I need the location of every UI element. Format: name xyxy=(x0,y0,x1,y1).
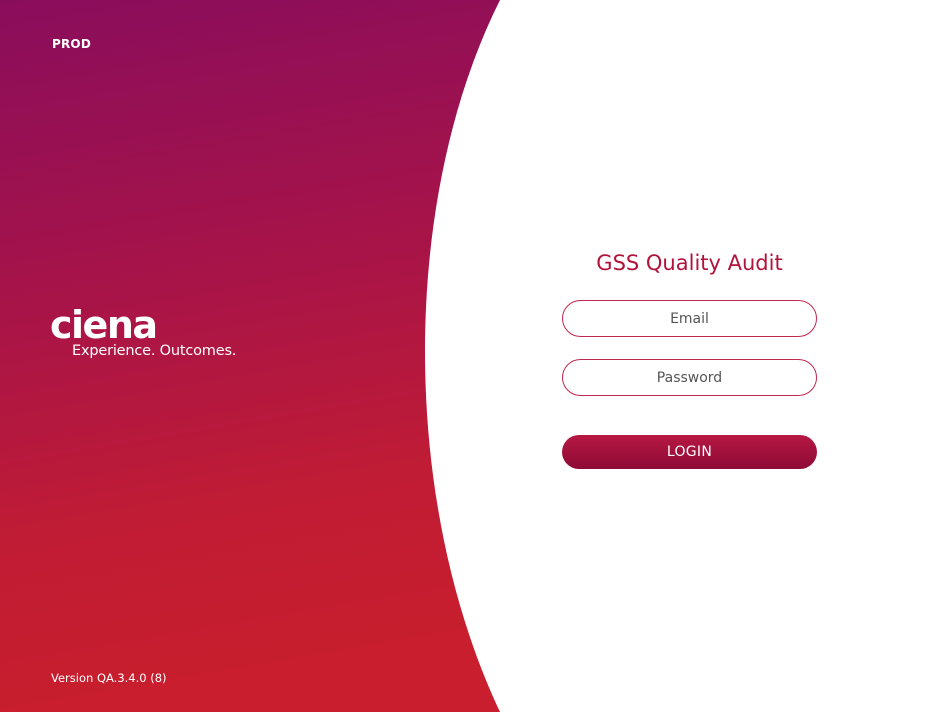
app-title: GSS Quality Audit xyxy=(596,251,783,275)
logo-tagline: Experience. Outcomes. xyxy=(72,343,237,359)
logo-wordmark: ciena xyxy=(50,303,158,347)
password-input[interactable] xyxy=(562,359,817,396)
email-input[interactable] xyxy=(562,300,817,337)
environment-label: PROD xyxy=(52,37,91,51)
login-form: GSS Quality Audit LOGIN xyxy=(562,248,817,469)
version-label: Version QA.3.4.0 (8) xyxy=(51,671,167,685)
ciena-logo: ciena Experience. Outcomes. xyxy=(50,303,236,359)
login-button[interactable]: LOGIN xyxy=(562,435,817,469)
